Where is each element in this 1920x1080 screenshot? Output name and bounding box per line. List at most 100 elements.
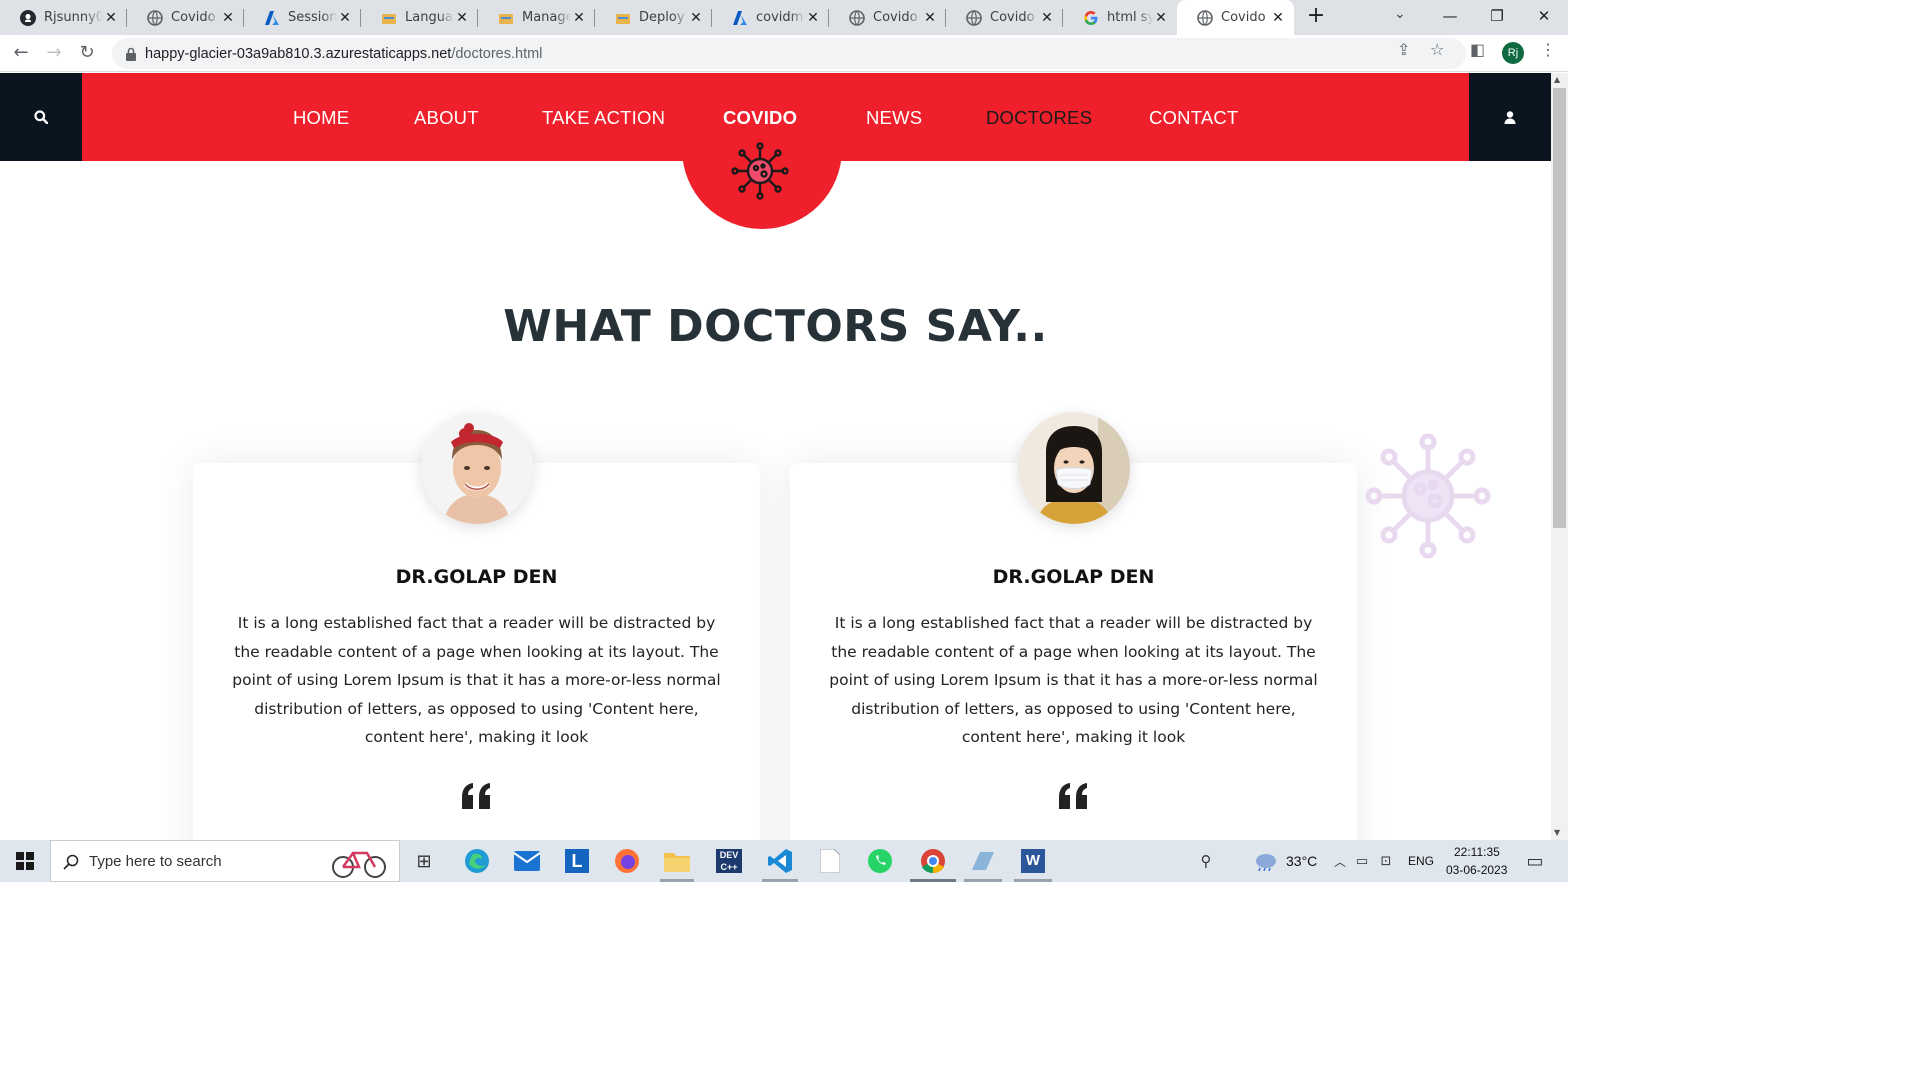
cloud-folder-icon — [615, 10, 631, 26]
clock-time[interactable]: 22:11:35 — [1454, 845, 1500, 859]
tab-title: html synt — [1107, 10, 1153, 25]
tab-title: Manage s — [522, 10, 571, 25]
close-icon[interactable]: ✕ — [571, 10, 587, 26]
word-icon[interactable]: W — [1010, 840, 1056, 882]
browser-tab[interactable]: Rjsunny0 ✕ — [0, 0, 127, 35]
logo-badge — [682, 73, 842, 229]
task-view-icon[interactable]: ⊞ — [406, 840, 442, 882]
notifications-icon[interactable]: ▭ — [1520, 840, 1550, 882]
profile-avatar[interactable]: Rj — [1502, 42, 1524, 64]
cloud-folder-icon — [498, 10, 514, 26]
chrome-icon[interactable] — [908, 840, 958, 882]
close-icon[interactable]: ✕ — [1039, 10, 1055, 26]
scroll-up-arrow-icon[interactable]: ▲ — [1554, 75, 1560, 84]
search-button[interactable] — [0, 73, 82, 161]
user-icon — [1504, 110, 1516, 124]
tab-search-icon[interactable]: ⌄ — [1394, 6, 1406, 22]
dev-cpp-icon[interactable]: DEV C++ — [706, 840, 752, 882]
notepad-icon[interactable] — [808, 840, 852, 882]
browser-tab[interactable]: html synt ✕ — [1063, 0, 1177, 35]
close-icon[interactable]: ✕ — [103, 10, 119, 26]
scroll-down-arrow-icon[interactable]: ▼ — [1554, 828, 1560, 837]
window-close-button[interactable]: ✕ — [1524, 4, 1564, 30]
browser-tab-active[interactable]: Covido ✕ — [1177, 0, 1294, 35]
tab-title: Language — [405, 10, 454, 25]
bookmark-star-icon[interactable]: ☆ — [1430, 40, 1444, 59]
page-scrollbar[interactable]: ▲ ▼ — [1551, 73, 1568, 840]
cloud-folder-icon — [381, 10, 397, 26]
close-icon[interactable]: ✕ — [1270, 10, 1286, 26]
browser-tab[interactable]: Covido ✕ — [127, 0, 244, 35]
close-icon[interactable]: ✕ — [805, 10, 821, 26]
close-icon[interactable]: ✕ — [1153, 10, 1169, 26]
tab-title: Covido — [171, 10, 216, 25]
doctor-avatar — [421, 412, 533, 524]
browser-tab[interactable]: Covido ✕ — [946, 0, 1063, 35]
azure-storage-explorer-icon[interactable] — [960, 840, 1006, 882]
github-icon — [20, 9, 36, 26]
tab-title: Deploy ki — [639, 10, 688, 25]
url-host: happy-glacier-03a9ab810.3.azurestaticapp… — [145, 45, 452, 62]
taskbar-search-box[interactable]: Type here to search — [50, 840, 400, 882]
doctor-testimonial: It is a long established fact that a rea… — [232, 614, 721, 746]
clock-date[interactable]: 03-06-2023 — [1446, 863, 1507, 877]
azure-icon — [264, 10, 280, 26]
language-indicator[interactable]: ENG — [1408, 854, 1434, 868]
nav-covido[interactable]: COVIDO — [723, 107, 797, 129]
address-bar[interactable]: happy-glacier-03a9ab810.3.azurestaticapp… — [112, 38, 1466, 69]
virus-logo-icon — [731, 142, 789, 200]
globe-icon — [147, 9, 163, 26]
nav-take-action[interactable]: TAKE ACTION — [542, 107, 665, 129]
edge-icon[interactable] — [456, 840, 498, 882]
close-icon[interactable]: ✕ — [688, 10, 704, 26]
weather-icon[interactable] — [1250, 840, 1280, 882]
browser-tab[interactable]: covidmea ✕ — [712, 0, 829, 35]
windows-logo-icon — [16, 852, 34, 870]
reload-icon[interactable]: ↻ — [74, 40, 100, 66]
browser-tab[interactable]: Covido ✕ — [829, 0, 946, 35]
browser-toolbar: ← → ↻ happy-glacier-03a9ab810.3.azuresta… — [0, 35, 1568, 72]
close-icon[interactable]: ✕ — [454, 10, 470, 26]
forward-arrow-icon[interactable]: → — [41, 40, 67, 66]
file-explorer-icon[interactable] — [656, 840, 698, 882]
new-tab-button[interactable]: + — [1303, 4, 1329, 30]
browser-tab[interactable]: Deploy ki ✕ — [595, 0, 712, 35]
nav-doctores[interactable]: DOCTORES — [986, 107, 1092, 129]
menu-dots-icon[interactable]: ⋮ — [1540, 40, 1556, 59]
browser-tab[interactable]: Manage s ✕ — [478, 0, 595, 35]
battery-icon[interactable]: ▭ — [1352, 840, 1372, 882]
tab-title: Covido — [990, 10, 1035, 25]
doctor-name: DR.GOLAP DEN — [992, 566, 1155, 588]
nav-about[interactable]: ABOUT — [414, 107, 479, 129]
browser-tab[interactable]: Language ✕ — [361, 0, 478, 35]
globe-icon — [1197, 9, 1213, 26]
whatsapp-icon[interactable] — [858, 840, 902, 882]
close-icon[interactable]: ✕ — [337, 10, 353, 26]
mail-icon[interactable] — [506, 840, 548, 882]
close-icon[interactable]: ✕ — [220, 10, 236, 26]
nav-contact[interactable]: CONTACT — [1149, 107, 1238, 129]
people-icon[interactable]: ⚲ — [1193, 840, 1219, 882]
user-account-button[interactable] — [1469, 73, 1551, 161]
browser-tab[interactable]: Session e ✕ — [244, 0, 361, 35]
app-l-icon[interactable]: L — [556, 840, 598, 882]
weather-temperature[interactable]: 33°C — [1286, 853, 1317, 869]
globe-icon — [966, 9, 982, 26]
windows-taskbar: Type here to search ⊞ L DEV C++ W ⚲ 33°C … — [0, 840, 1568, 882]
vscode-icon[interactable] — [758, 840, 802, 882]
side-panel-icon[interactable]: ◧ — [1470, 40, 1485, 59]
network-icon[interactable]: ⊡ — [1376, 840, 1396, 882]
bicycle-icon — [332, 851, 386, 878]
nav-home[interactable]: HOME — [293, 107, 349, 129]
close-icon[interactable]: ✕ — [922, 10, 938, 26]
back-arrow-icon[interactable]: ← — [8, 40, 34, 66]
start-button[interactable] — [0, 840, 50, 882]
minimize-button[interactable]: — — [1430, 4, 1470, 30]
show-hidden-icons-chevron-icon[interactable]: ︿ — [1332, 840, 1348, 882]
share-icon[interactable]: ⇪ — [1397, 40, 1410, 59]
doctor-testimonial: It is a long established fact that a rea… — [829, 614, 1318, 746]
scrollbar-thumb[interactable] — [1553, 88, 1566, 528]
restore-button[interactable]: ❐ — [1477, 4, 1517, 30]
firefox-icon[interactable] — [606, 840, 648, 882]
nav-news[interactable]: NEWS — [866, 107, 922, 129]
